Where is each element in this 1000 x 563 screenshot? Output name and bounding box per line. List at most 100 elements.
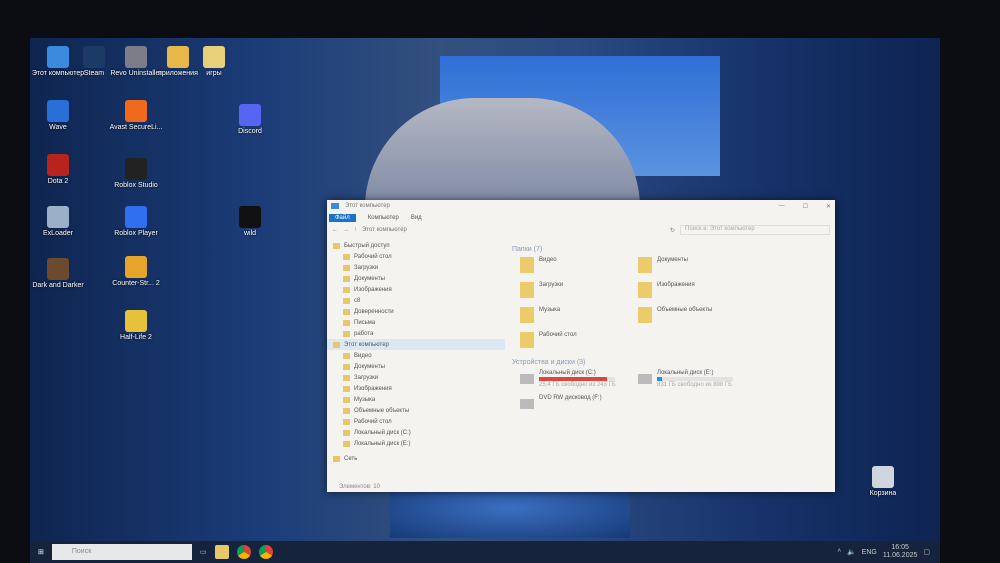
drive-icon [520,374,534,384]
drive-item[interactable]: Локальный диск (C:) 25,4 ГБ свободно из 2… [520,370,638,389]
computer-icon [331,203,339,209]
tab-view[interactable]: Вид [411,215,422,221]
folder-item[interactable]: Рабочий стол [520,332,638,351]
close-button[interactable]: ✕ [826,203,831,210]
folder-icon [343,385,350,392]
app-icon [47,154,69,176]
taskbar-search[interactable]: Поиск [51,544,192,560]
nav-item[interactable]: Изображения [327,383,505,394]
app-icon [47,100,69,122]
nav-item[interactable]: Локальный диск (E:) [327,438,505,449]
app-icon [125,310,147,332]
desktop-icon[interactable]: Roblox Player [108,206,164,238]
nav-item[interactable]: Этот компьютер [327,339,505,350]
drive-item[interactable]: Локальный диск (E:) 831 ГБ свободно из 89… [638,370,756,389]
forward-arrow-icon[interactable]: → [343,227,349,233]
navigation-pane: Быстрый доступ Рабочий стол Загрузки Докуме… [327,240,505,480]
folder-icon [343,330,350,337]
folder-item[interactable]: Изображения [638,282,756,301]
tab-computer[interactable]: Компьютер [368,215,399,221]
nav-item[interactable]: Видео [327,350,505,361]
desktop-icon[interactable]: Discord [222,104,278,136]
desktop-icon[interactable]: Корзина [855,466,911,498]
ribbon-tabs: Файл Компьютер Вид [327,212,835,223]
chrome-icon-2[interactable] [258,545,273,559]
app-icon [125,158,147,180]
nav-item[interactable]: Загрузки [327,372,505,383]
desktop-icon[interactable]: Dark and Darker [30,258,86,290]
nav-item[interactable]: Объемные объекты [327,405,505,416]
folder-icon [343,429,350,436]
app-icon [83,46,105,68]
nav-item[interactable]: Рабочий стол [327,251,505,262]
nav-item[interactable]: Рабочий стол [327,416,505,427]
notification-icon[interactable]: ▢ [923,548,930,556]
desktop-icon[interactable]: Wave [30,100,86,132]
desktop-icon[interactable]: Avast SecureLi... [108,100,164,132]
nav-item[interactable]: Доверенности [327,306,505,317]
desktop-icon[interactable]: Roblox Studio [108,158,164,190]
start-button[interactable]: ⊞ [38,548,44,556]
nav-item[interactable]: с8 [327,295,505,306]
file-explorer-window: Этот компьютер — ☐ ✕ Файл Компьютер Вид ← … [327,200,835,492]
task-view-icon[interactable]: ▭ [200,548,207,556]
folder-item[interactable]: Загрузки [520,282,638,301]
refresh-icon[interactable]: ↻ [670,227,675,234]
content-pane: Папки (7) Видео Документы Загрузки Изображе… [512,246,835,414]
up-arrow-icon[interactable]: ↑ [354,227,357,233]
app-icon [203,46,225,68]
desktop-icon[interactable]: Half-Life 2 [108,310,164,342]
folder-icon [343,418,350,425]
folder-item[interactable]: Объемные объекты [638,307,756,326]
folder-icon [333,242,340,249]
folder-item[interactable]: Видео [520,257,638,276]
desktop-icon[interactable]: игры [186,46,242,78]
app-icon [872,466,894,488]
folder-icon [343,253,350,260]
desktop-icon[interactable]: ExLoader [30,206,86,238]
folder-icon [343,319,350,326]
folder-item[interactable]: Музыка [520,307,638,326]
folder-icon [343,396,350,403]
nav-item[interactable]: Сеть [327,453,505,464]
folder-icon [343,308,350,315]
app-icon [47,258,69,280]
nav-item[interactable]: Локальный диск (C:) [327,427,505,438]
folder-icon [343,286,350,293]
volume-icon[interactable]: 🔈 [847,548,856,556]
folders-header[interactable]: Папки (7) [512,246,835,253]
nav-item[interactable]: Изображения [327,284,505,295]
nav-item[interactable]: Документы [327,361,505,372]
maximize-button[interactable]: ☐ [803,203,808,210]
back-arrow-icon[interactable]: ← [332,227,338,233]
nav-item[interactable]: Музыка [327,394,505,405]
nav-item[interactable]: Документы [327,273,505,284]
minimize-button[interactable]: — [779,203,785,210]
address-row: ← → ↑ Этот компьютер ↻ Поиск в: Этот ком… [327,223,835,237]
chrome-icon[interactable] [236,545,251,559]
file-explorer-taskbar-icon[interactable] [214,545,229,559]
app-icon [47,206,69,228]
tab-file[interactable]: Файл [329,213,356,222]
nav-item[interactable]: Письма [327,317,505,328]
nav-item[interactable]: Быстрый доступ [327,240,505,251]
chevron-up-icon[interactable]: ^ [838,549,841,556]
desktop-icon[interactable]: wild [222,206,278,238]
drive-item[interactable]: DVD RW дисковод (F:) [520,395,638,414]
desktop-icon[interactable]: Dota 2 [30,154,86,186]
system-tray: ^ 🔈 ENG 16:05 11.06.2025 ▢ [838,544,940,560]
folder-icon [638,257,652,273]
folder-icon [343,440,350,447]
taskbar: ⊞ Поиск ▭ ^ 🔈 ENG 16:05 11.06.2025 ▢ [30,541,940,563]
nav-item[interactable]: Загрузки [327,262,505,273]
language-indicator[interactable]: ENG [862,549,877,556]
search-input[interactable]: Поиск в: Этот компьютер [680,225,830,235]
desktop-icon[interactable]: Counter-Str... 2 [108,256,164,288]
address-bar[interactable]: Этот компьютер [362,227,665,233]
folder-icon [343,352,350,359]
app-icon [125,46,147,68]
folder-item[interactable]: Документы [638,257,756,276]
clock[interactable]: 16:05 11.06.2025 [883,544,918,560]
drives-header[interactable]: Устройства и диски (3) [512,359,835,366]
nav-item[interactable]: работа [327,328,505,339]
